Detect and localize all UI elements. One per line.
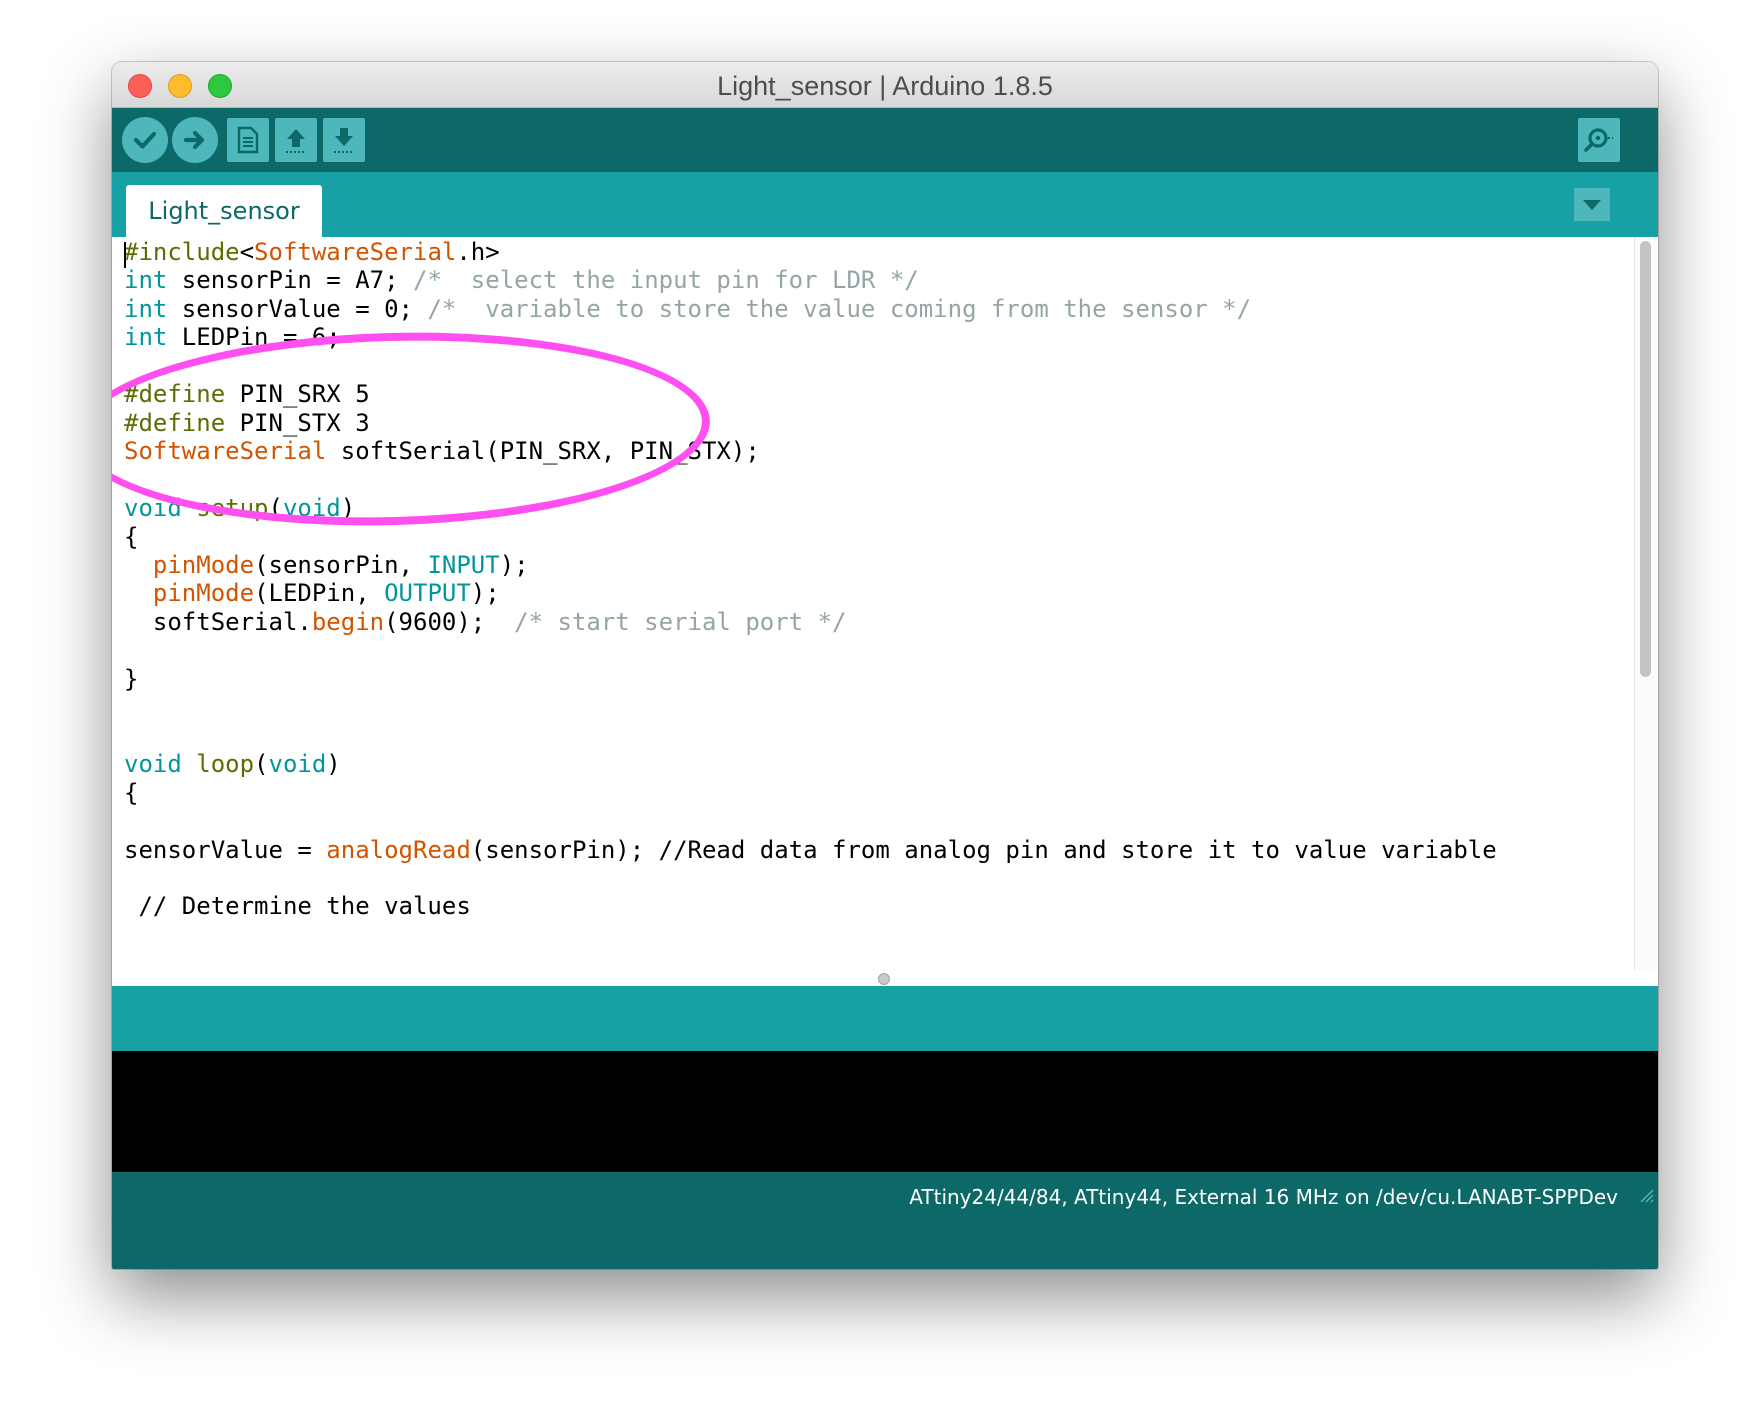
message-area: [112, 986, 1658, 1051]
upload-button[interactable]: [172, 117, 218, 163]
code-line[interactable]: int sensorValue = 0; /* variable to stor…: [124, 295, 1251, 323]
status-bar: ATtiny24/44/84, ATtiny44, External 16 MH…: [112, 1172, 1658, 1269]
tab-menu-button[interactable]: [1574, 188, 1610, 221]
code-line[interactable]: #define PIN_STX 3: [124, 409, 370, 437]
arrow-down-icon: [334, 128, 354, 153]
output-console[interactable]: [112, 1051, 1658, 1172]
code-line[interactable]: #include<SoftwareSerial.h>: [124, 238, 500, 266]
save-button[interactable]: [323, 118, 365, 162]
code-line[interactable]: SoftwareSerial softSerial(PIN_SRX, PIN_S…: [124, 437, 760, 465]
code-line[interactable]: softSerial.begin(9600); /* start serial …: [124, 608, 847, 636]
code-line[interactable]: int LEDPin = 6;: [124, 323, 341, 351]
code-line[interactable]: }: [124, 665, 138, 693]
code-line[interactable]: pinMode(LEDPin, OUTPUT);: [124, 579, 500, 607]
tab-light-sensor[interactable]: Light_sensor: [126, 185, 322, 237]
window-title: Light_sensor | Arduino 1.8.5: [717, 71, 1053, 101]
divider-handle[interactable]: [878, 973, 890, 985]
code-line[interactable]: // Determine the values: [124, 892, 470, 920]
arrow-right-icon: [183, 130, 205, 150]
verify-button[interactable]: [122, 117, 168, 163]
code-line[interactable]: {: [124, 779, 138, 807]
new-sketch-button[interactable]: [227, 118, 269, 162]
magnifier-icon: [1584, 128, 1613, 152]
board-status: ATtiny24/44/84, ATtiny44, External 16 MH…: [909, 1185, 1618, 1209]
arrow-up-icon: [286, 129, 306, 153]
code-line[interactable]: pinMode(sensorPin, INPUT);: [124, 551, 529, 579]
new-file-icon: [237, 126, 259, 154]
code-text[interactable]: #include<SoftwareSerial.h> int sensorPin…: [124, 238, 1497, 921]
resize-grip-icon[interactable]: [1636, 1185, 1654, 1203]
open-button[interactable]: [275, 118, 317, 162]
code-line[interactable]: sensorValue = analogRead(sensorPin); //R…: [124, 836, 1497, 864]
code-line[interactable]: #define PIN_SRX 5: [124, 380, 370, 408]
code-line[interactable]: {: [124, 523, 138, 551]
toolbar: [112, 108, 1658, 172]
triangle-down-icon: [1583, 199, 1601, 210]
serial-monitor-button[interactable]: [1578, 118, 1620, 162]
code-line[interactable]: void setup(void): [124, 494, 355, 522]
checkmark-icon: [133, 131, 157, 149]
arduino-ide-window: Light_sensor | Arduino 1.8.5 Light_senso…: [112, 62, 1658, 1269]
code-line[interactable]: int sensorPin = A7; /* select the input …: [124, 266, 919, 294]
code-line[interactable]: void loop(void): [124, 750, 341, 778]
text-caret: [124, 242, 126, 268]
editor-scrollbar-thumb[interactable]: [1640, 241, 1651, 677]
code-editor[interactable]: #include<SoftwareSerial.h> int sensorPin…: [112, 237, 1658, 970]
tab-bar: Light_sensor: [112, 172, 1658, 237]
title-bar[interactable]: Light_sensor | Arduino 1.8.5: [112, 62, 1658, 108]
pane-divider[interactable]: [112, 970, 1658, 986]
